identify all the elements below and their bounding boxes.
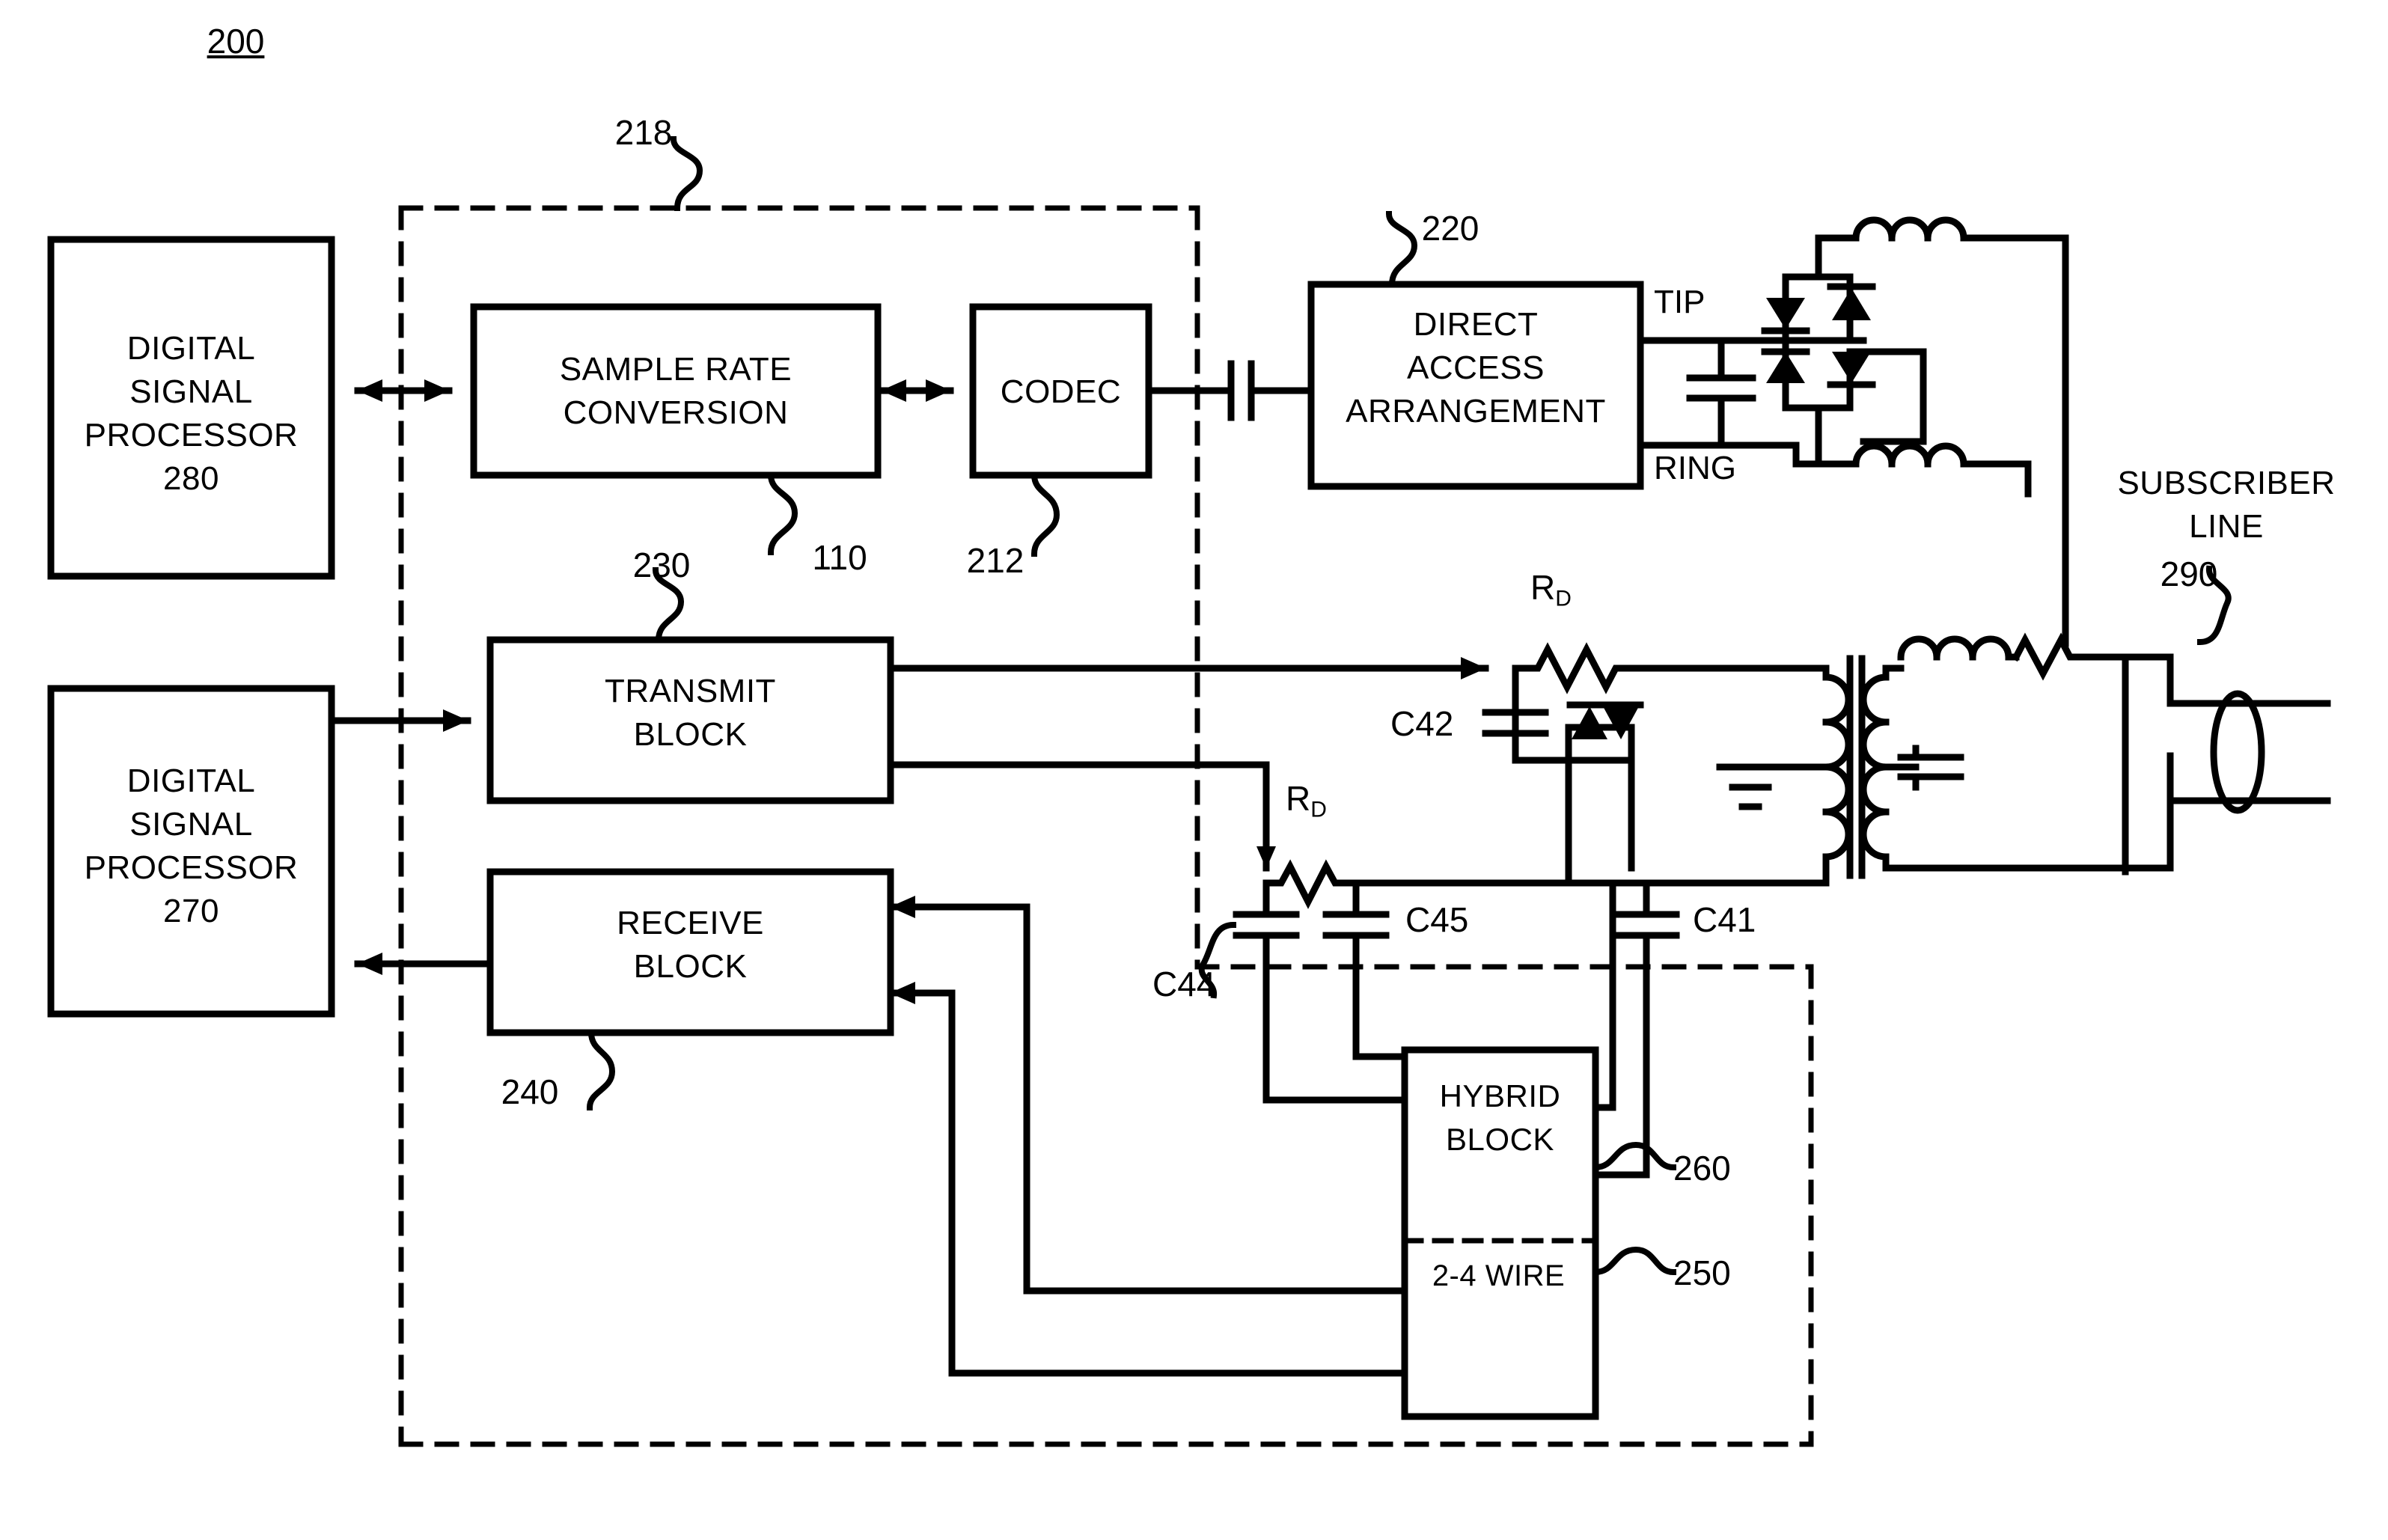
subscriber-node-wires	[1882, 653, 2241, 876]
rd-lower-main: R	[1286, 779, 1311, 818]
cap-label-c41: C41	[1693, 900, 1756, 939]
leader-260	[1592, 1141, 1677, 1171]
transmit-line1: TRANSMIT	[605, 673, 776, 709]
rd-upper-network	[1482, 642, 1830, 872]
pin-tip: TIP	[1654, 284, 1706, 320]
subscriber-line-label1: SUBSCRIBER	[2117, 465, 2336, 501]
two-four-wire-label: 2-4 WIRE	[1432, 1259, 1566, 1292]
resistor-rd-upper: RD	[1530, 567, 1613, 612]
hybrid-line1: HYBRID	[1439, 1078, 1561, 1113]
leader-250	[1592, 1246, 1677, 1276]
coupling-capacitor-icon	[1227, 360, 1255, 421]
cap-label-c45: C45	[1405, 900, 1469, 939]
hybrid-right-feed	[1565, 864, 1616, 1111]
hybrid-line2: BLOCK	[1446, 1122, 1554, 1157]
rd-upper-sub: D	[1555, 586, 1572, 611]
subscriber-line-symbol	[2210, 690, 2265, 814]
dsp280-ref: 280	[163, 460, 219, 497]
sample-rate-line1: SAMPLE RATE	[559, 351, 793, 388]
ref-230: 230	[632, 546, 691, 584]
cap-label-c44: C44	[1152, 965, 1216, 1003]
ref-290: 290	[2160, 554, 2218, 593]
resistor-rd-lower: RD	[1286, 778, 1368, 823]
daa-line2: ACCESS	[1407, 349, 1545, 386]
rd-upper-main: R	[1530, 568, 1556, 607]
leader-240	[586, 1029, 616, 1111]
dsp270-line3: PROCESSOR	[84, 849, 299, 886]
transformer	[1716, 655, 1964, 879]
patent-figure-sheet: 200 DIGITAL SIGNAL PROCESSOR 280 DIGITAL…	[0, 0, 2388, 1540]
ref-110: 110	[812, 538, 867, 577]
daa-line3: ARRANGEMENT	[1346, 393, 1606, 430]
wire-transmit-out-lower	[887, 761, 1270, 849]
daa-line1: DIRECT	[1413, 306, 1539, 343]
sample-rate-rect	[470, 303, 882, 479]
ref-250: 250	[1673, 1253, 1731, 1292]
top-inductor-coil	[1815, 216, 2069, 242]
pin-ring: RING	[1654, 450, 1736, 486]
transmit-line2: BLOCK	[633, 716, 748, 753]
subscriber-line-leads	[2234, 700, 2331, 804]
diode-bridge-group	[1761, 234, 1927, 468]
dsp280-line3: PROCESSOR	[84, 417, 299, 453]
ref-218: 218	[614, 113, 673, 152]
dsp280-line2: SIGNAL	[129, 373, 253, 410]
leader-110	[767, 471, 798, 556]
subscriber-line-label2: LINE	[2189, 508, 2264, 545]
secondary-series-inductor	[1897, 632, 2092, 681]
receive-line1: RECEIVE	[617, 905, 764, 941]
dsp270-line1: DIGITAL	[126, 763, 256, 799]
rd-lower-sub: D	[1310, 797, 1327, 822]
wire-2-4wire-to-receive-lower	[887, 982, 1408, 1377]
dsp270-ref: 270	[163, 893, 219, 929]
receive-line2: BLOCK	[633, 948, 748, 985]
figure-vector-layer	[47, 135, 2331, 1447]
bottom-inductor-coil	[1815, 442, 2032, 498]
tip-ring-capacitor-icon	[1686, 337, 1756, 449]
ref-260: 260	[1673, 1149, 1731, 1188]
sample-rate-line2: CONVERSION	[563, 394, 789, 431]
codec-label: CODEC	[1000, 373, 1122, 410]
figure-number: 200	[207, 22, 265, 61]
dsp280-line1: DIGITAL	[126, 330, 256, 367]
ref-220: 220	[1421, 209, 1479, 248]
ref-240: 240	[501, 1072, 559, 1111]
dsp270-line2: SIGNAL	[129, 806, 253, 843]
cap-label-c42: C42	[1390, 704, 1454, 743]
ref-212: 212	[966, 541, 1024, 580]
